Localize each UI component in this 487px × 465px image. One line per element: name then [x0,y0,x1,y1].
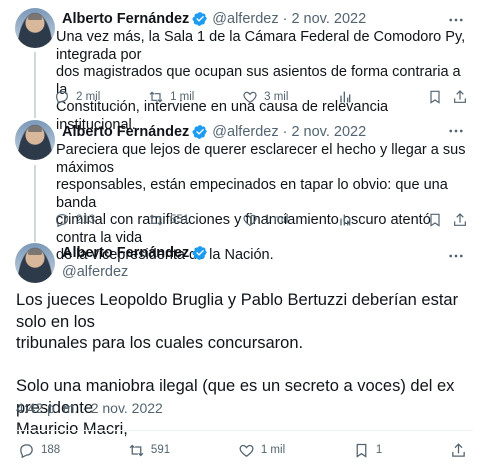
like-count: 1 mil [260,444,286,456]
separator-dot: · [282,11,288,27]
reply-icon [56,214,68,228]
retweet-button[interactable]: 551 [148,212,242,228]
bookmark-count: 1 [375,444,383,456]
tweet-2[interactable]: Alberto Fernández @alferdez · 2 nov. 202… [0,113,487,263]
views-icon [340,91,351,103]
like-count: 3 mil [264,91,289,103]
retweet-button[interactable]: 1 mil [148,89,242,105]
retweet-icon [149,91,163,103]
author-handle[interactable]: @alferdez [62,264,212,280]
tweet-3-focused[interactable]: Alberto Fernández @alferdez Los jueces L… [0,237,487,465]
thread-line [34,237,36,242]
tweet-header: Alberto Fernández @alferdez [62,245,212,280]
tweet-date[interactable]: 2 nov. 2022 [291,124,366,140]
retweet-count: 591 [150,444,171,456]
bookmark-icon [356,443,367,458]
like-button[interactable]: 1 mil [242,212,337,228]
tweet-timestamp[interactable]: 4:42 p. m. · 2 nov. 2022 [16,400,163,416]
like-icon [243,214,257,227]
like-button[interactable]: 3 mil [242,89,337,105]
tweet-date[interactable]: 2 nov. 2022 [291,11,366,27]
tweet-text-line: Pareciera que lejos de querer esclarecer… [56,142,466,176]
views-icon [340,214,351,226]
reply-count: 188 [41,444,61,456]
reply-icon [20,443,33,458]
tweet-actions: 188 591 1 mil 1 [18,440,473,460]
author-handle[interactable]: @alferdez [212,124,278,140]
retweet-button[interactable]: 591 [128,442,170,459]
share-button[interactable] [452,212,474,228]
retweet-count: 1 mil [170,91,195,103]
more-options-icon[interactable] [447,247,465,265]
verified-badge-icon [192,246,208,260]
retweet-icon [129,444,144,456]
share-icon [454,213,466,226]
avatar[interactable] [15,120,55,160]
like-count: 1 mil [264,214,289,226]
tweet-text-line: Una vez más, la Sala 1 de la Cámara Fede… [56,29,466,63]
bookmark-button[interactable] [427,212,452,228]
divider [16,430,473,431]
tweet-header: Alberto Fernández @alferdez · 2 nov. 202… [62,124,366,140]
thread-line [34,113,36,118]
reply-button[interactable]: 2 mil [54,89,148,105]
author-name[interactable]: Alberto Fernández [62,11,189,27]
tweet-actions: 2 mil 1 mil 3 mil [54,87,474,107]
author-name[interactable]: Alberto Fernández [62,245,189,261]
share-button[interactable] [450,442,473,459]
reply-button[interactable]: 213 [54,212,148,228]
views-button[interactable] [337,212,427,228]
tweet-text-line: Los jueces Leopoldo Bruglia y Pablo Bert… [16,291,459,331]
views-button[interactable] [337,89,427,105]
separator-dot: · [282,124,288,140]
bookmark-icon [430,213,440,227]
share-icon [454,90,466,103]
reply-count: 2 mil [76,91,101,103]
more-options-icon[interactable] [447,11,465,29]
verified-badge-icon [192,125,208,139]
thread-line [34,52,36,113]
like-icon [239,444,254,457]
bookmark-icon [430,90,440,104]
author-name[interactable]: Alberto Fernández [62,124,189,140]
verified-badge-icon [192,12,208,26]
share-icon [452,442,465,457]
share-button[interactable] [452,89,474,105]
tweet-actions: 213 551 1 mil [54,210,474,230]
avatar[interactable] [15,8,55,48]
like-icon [243,91,257,104]
retweet-icon [149,214,163,226]
tweet-1[interactable]: Alberto Fernández @alferdez · 2 nov. 202… [0,0,487,133]
like-button[interactable]: 1 mil [238,442,285,459]
tweet-text-line: responsables, están empecinados en tapar… [56,177,448,211]
more-options-icon[interactable] [447,122,465,140]
avatar[interactable] [15,243,55,283]
tweet-paragraph: Los jueces Leopoldo Bruglia y Pablo Bert… [16,290,476,355]
tweet-text: Los jueces Leopoldo Bruglia y Pablo Bert… [16,290,476,462]
tweet-text-line: tribunales para los cuales concursaron. [16,334,304,352]
retweet-count: 551 [170,214,190,226]
reply-button[interactable]: 188 [18,442,60,459]
reply-icon [56,91,68,105]
bookmark-button[interactable] [427,89,452,105]
tweet-header: Alberto Fernández @alferdez · 2 nov. 202… [62,11,366,27]
author-handle[interactable]: @alferdez [212,11,278,27]
reply-count: 213 [76,214,96,226]
bookmark-button[interactable]: 1 [353,442,382,459]
thread-line [34,165,36,237]
